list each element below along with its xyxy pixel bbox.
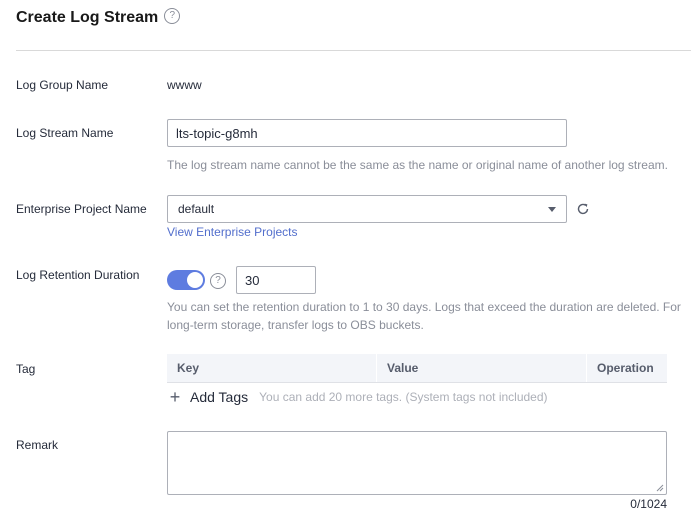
- header-divider: [16, 50, 691, 51]
- resize-handle-icon[interactable]: [656, 484, 664, 492]
- tag-col-key: Key: [177, 361, 200, 375]
- add-tags-button[interactable]: + Add Tags You can add 20 more tags. (Sy…: [167, 387, 548, 407]
- view-enterprise-projects-link[interactable]: View Enterprise Projects: [167, 224, 298, 240]
- enterprise-project-label: Enterprise Project Name: [16, 202, 147, 216]
- page-title-text: Create Log Stream: [16, 9, 159, 26]
- page-title: Create Log Stream?: [16, 7, 181, 28]
- plus-icon: +: [169, 387, 181, 407]
- add-tags-label: Add Tags: [190, 389, 249, 405]
- retention-hint-line1: You can set the retention duration to 1 …: [167, 300, 681, 314]
- add-tags-hint: You can add 20 more tags. (System tags n…: [259, 390, 548, 404]
- retention-toggle[interactable]: [167, 270, 205, 290]
- retention-days-input[interactable]: 30: [236, 266, 316, 294]
- tag-col-value: Value: [387, 361, 419, 375]
- log-stream-name-value: lts-topic-g8mh: [176, 125, 258, 141]
- remark-label: Remark: [16, 438, 59, 452]
- log-stream-name-hint: The log stream name cannot be the same a…: [167, 158, 668, 172]
- help-icon[interactable]: ?: [164, 7, 181, 24]
- retention-hint-line2: long-term storage, transfer logs to OBS …: [167, 318, 424, 332]
- enterprise-project-selected: default: [178, 202, 215, 216]
- chevron-down-icon: [548, 207, 556, 212]
- remark-char-counter: 0/1024: [630, 497, 667, 511]
- log-retention-label: Log Retention Duration: [16, 268, 140, 282]
- tag-table-header: Key Value Operation: [167, 354, 667, 383]
- remark-textarea[interactable]: [167, 431, 667, 495]
- log-stream-name-input[interactable]: lts-topic-g8mh: [167, 119, 567, 147]
- log-stream-label: Log Stream Name: [16, 126, 114, 140]
- retention-help-button[interactable]: ?: [210, 272, 226, 290]
- retention-days-value: 30: [245, 272, 260, 288]
- tag-label: Tag: [16, 362, 36, 376]
- log-group-label: Log Group Name: [16, 78, 109, 92]
- refresh-button[interactable]: [576, 202, 590, 221]
- enterprise-project-select[interactable]: default: [167, 195, 567, 223]
- log-group-value: wwww: [167, 78, 202, 92]
- help-icon: ?: [210, 272, 226, 289]
- refresh-icon: [577, 203, 589, 215]
- tag-col-operation: Operation: [597, 361, 654, 375]
- toggle-knob: [187, 272, 203, 288]
